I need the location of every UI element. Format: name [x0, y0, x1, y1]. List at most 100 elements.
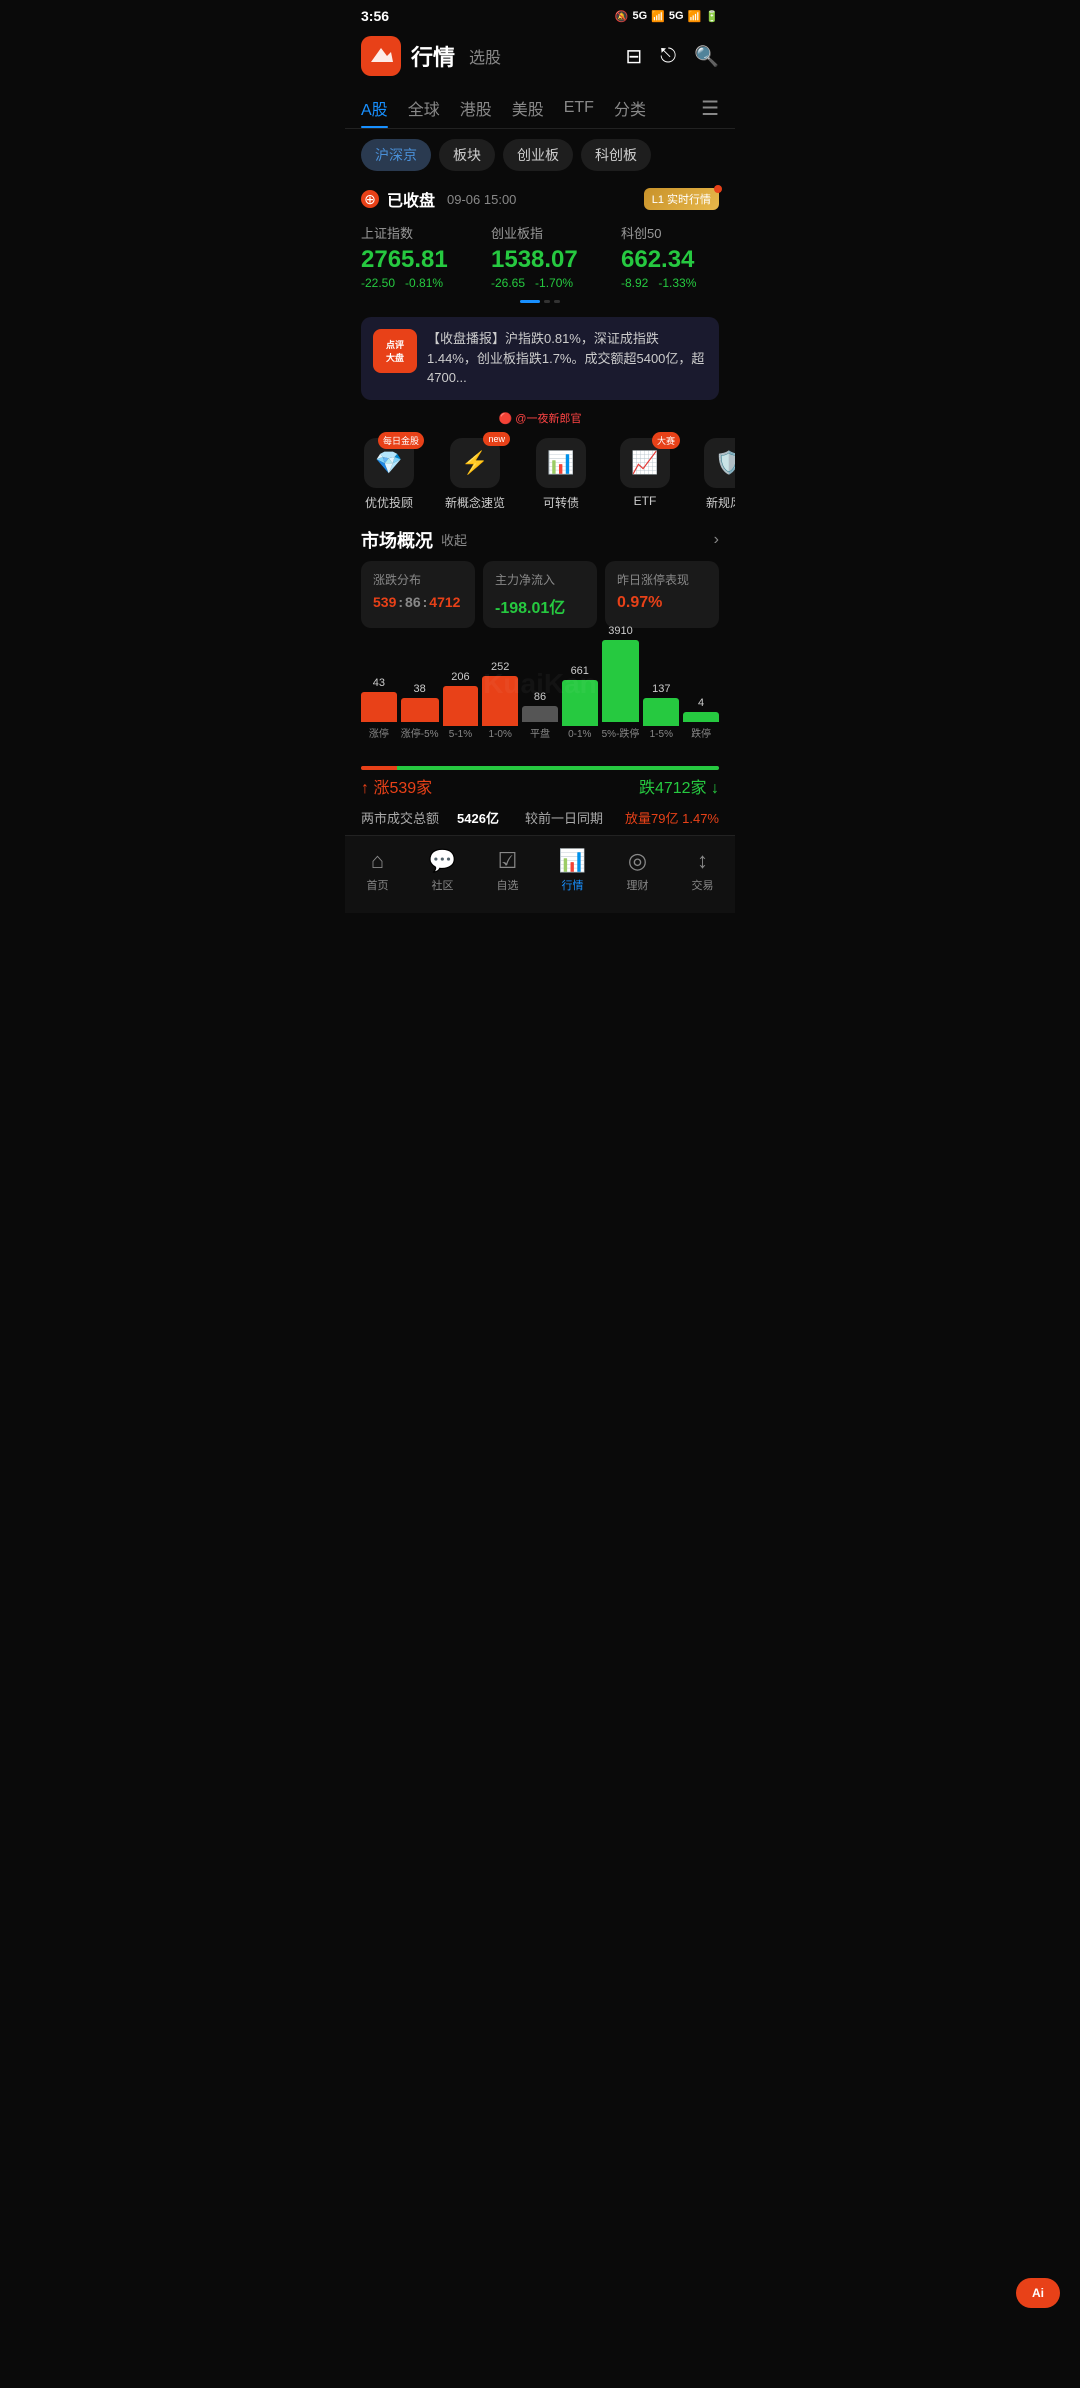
- index-chinext-name: 创业板指: [491, 223, 601, 242]
- status-time: 3:56: [361, 8, 389, 24]
- trade-label: 交易: [692, 877, 714, 893]
- subnav-shanghai[interactable]: 沪深京: [361, 139, 431, 171]
- app-logo: [361, 36, 401, 76]
- bar-col-dn5: 3910 5%-跌停: [602, 625, 640, 740]
- bar-chart: 43 涨停 38 涨停-5% 206 5-1% 252 1-0% 86 平盘 6…: [361, 640, 719, 760]
- quick-label-touying: 优优投顾: [365, 494, 413, 511]
- nav-item-market[interactable]: 📊 行情: [540, 844, 605, 897]
- header-subtitle: 选股: [469, 44, 501, 68]
- quick-label-concept: 新概念速览: [445, 494, 505, 511]
- search-icon[interactable]: 🔍: [694, 44, 719, 69]
- market-overview-arrow[interactable]: ›: [714, 531, 719, 549]
- tab-hk-stock[interactable]: 港股: [460, 88, 492, 128]
- quick-icon-newrule: 🛡️: [704, 438, 735, 488]
- index-shanghai-name: 上证指数: [361, 223, 471, 242]
- volume-label: 两市成交总额: [361, 808, 439, 827]
- bar-col-up5: 38 涨停-5%: [401, 683, 439, 740]
- quick-item-newrule[interactable]: 🛡️ 新规风...: [701, 438, 735, 511]
- market-status-time: 09-06 15:00: [447, 192, 516, 207]
- status-icons: 🔕 5G 📶 5G 📶 🔋: [615, 10, 719, 23]
- stats-row: 涨跌分布 539 : 86 : 4712 主力净流入 -198.01亿 昨日涨停…: [345, 561, 735, 628]
- news-banner[interactable]: 点评 大盘 【收盘播报】沪指跌0.81%，深证成指跌1.44%，创业板指跌1.7…: [361, 317, 719, 400]
- stats-card-flow[interactable]: 主力净流入 -198.01亿: [483, 561, 597, 628]
- bar-dn1: [643, 698, 679, 726]
- nav-item-trade[interactable]: ↕ 交易: [670, 844, 735, 897]
- filter-icon[interactable]: ⊟: [626, 44, 643, 69]
- quick-label-etf: ETF: [634, 494, 657, 508]
- signal-icon: 5G: [633, 10, 648, 22]
- market-overview-collapse[interactable]: 收起: [441, 530, 467, 549]
- flat-count: 86: [405, 594, 421, 610]
- index-shanghai-value: 2765.81: [361, 246, 471, 274]
- index-star50-value: 662.34: [621, 246, 731, 274]
- mute-icon: 🔕: [615, 10, 629, 23]
- bar-count-dn5: 3910: [608, 625, 632, 637]
- market-label: 行情: [562, 877, 584, 893]
- scroll-dot-3: [554, 300, 560, 303]
- stats-value-flow: -198.01亿: [495, 594, 585, 618]
- tab-global[interactable]: 全球: [408, 88, 440, 128]
- index-chinext[interactable]: 创业板指 1538.07 -26.65 -1.70%: [491, 223, 601, 290]
- quick-item-touying[interactable]: 💎 每日金股 优优投顾: [361, 438, 417, 511]
- sep2: :: [423, 594, 428, 610]
- index-shanghai[interactable]: 上证指数 2765.81 -22.50 -0.81%: [361, 223, 471, 290]
- quick-badge-etf: 大赛: [652, 432, 680, 449]
- scroll-indicator: [345, 294, 735, 309]
- ai-floating-button[interactable]: Ai: [1016, 2278, 1060, 2308]
- bar-up5: [401, 698, 439, 722]
- progress-labels: ↑ 涨539家 跌4712家 ↓: [361, 774, 719, 798]
- bar-flat: [522, 706, 558, 722]
- quick-icon-bond: 📊: [536, 438, 586, 488]
- nav-item-watchlist[interactable]: ☑ 自选: [475, 844, 540, 897]
- sub-nav: 沪深京 板块 创业板 科创板: [345, 129, 735, 181]
- bar-count-limit-dn: 4: [698, 697, 704, 709]
- quick-icon-wrap-touying: 💎 每日金股: [364, 438, 414, 488]
- watchlist-label: 自选: [497, 877, 519, 893]
- bar-limit-up: [361, 692, 397, 722]
- bar-limit-dn: [683, 712, 719, 722]
- bar-col-dn1: 137 1-5%: [643, 683, 679, 740]
- tab-a-stock[interactable]: A股: [361, 88, 388, 128]
- index-star50[interactable]: 科创50 662.34 -8.92 -1.33%: [621, 223, 731, 290]
- market-overview-title: 市场概况: [361, 527, 433, 553]
- market-overview-header: 市场概况 收起 ›: [345, 515, 735, 561]
- more-tabs-icon[interactable]: ☰: [701, 96, 719, 121]
- nav-item-community[interactable]: 💬 社区: [410, 844, 475, 897]
- quick-item-concept[interactable]: ⚡ new 新概念速览: [445, 438, 505, 511]
- subnav-star[interactable]: 科创板: [581, 139, 651, 171]
- stats-card-limit[interactable]: 昨日涨停表现 0.97%: [605, 561, 719, 628]
- volume-comp-value: 放量79亿 1.47%: [625, 808, 719, 827]
- market-status-bar: 已收盘 09-06 15:00 L1 实时行情: [345, 181, 735, 215]
- tab-etf[interactable]: ETF: [564, 91, 594, 125]
- bar-label-dn1: 1-5%: [650, 729, 673, 740]
- header-title: 行情: [411, 40, 455, 72]
- scroll-dot-1: [520, 300, 540, 303]
- home-label: 首页: [367, 877, 389, 893]
- index-section: 上证指数 2765.81 -22.50 -0.81% 创业板指 1538.07 …: [345, 215, 735, 294]
- news-text: 【收盘播报】沪指跌0.81%，深证成指跌1.44%，创业板指跌1.7%。成交额超…: [427, 329, 707, 388]
- tab-category[interactable]: 分类: [614, 88, 646, 128]
- index-shanghai-change: -22.50 -0.81%: [361, 276, 471, 290]
- nav-tabs: A股 全球 港股 美股 ETF 分类 ☰: [345, 88, 735, 129]
- scroll-dot-2: [544, 300, 550, 303]
- bar-label-dn5: 5%-跌停: [602, 725, 640, 740]
- nav-item-finance[interactable]: ◎ 理财: [605, 844, 670, 897]
- subnav-sector[interactable]: 板块: [439, 139, 495, 171]
- share-icon[interactable]: ⎋: [660, 45, 676, 68]
- header: 行情 选股 ⊟ ⎋ 🔍: [345, 28, 735, 88]
- market-icon: 📊: [559, 848, 586, 874]
- index-star50-change: -8.92 -1.33%: [621, 276, 731, 290]
- quick-item-etf[interactable]: 📈 大赛 ETF: [617, 438, 673, 508]
- tab-us-stock[interactable]: 美股: [512, 88, 544, 128]
- bar-label-up5: 涨停-5%: [401, 725, 439, 740]
- quick-item-bond[interactable]: 📊 可转债: [533, 438, 589, 511]
- bar-label-flat: 平盘: [530, 725, 550, 740]
- nav-item-home[interactable]: ⌂ 首页: [345, 844, 410, 897]
- trade-icon: ↕: [697, 848, 708, 874]
- quick-label-newrule: 新规风...: [706, 494, 735, 511]
- quick-icon-wrap-etf: 📈 大赛: [620, 438, 670, 488]
- stats-card-distribution[interactable]: 涨跌分布 539 : 86 : 4712: [361, 561, 475, 628]
- subnav-chinext[interactable]: 创业板: [503, 139, 573, 171]
- index-star50-name: 科创50: [621, 223, 731, 242]
- realtime-badge[interactable]: L1 实时行情: [644, 188, 719, 210]
